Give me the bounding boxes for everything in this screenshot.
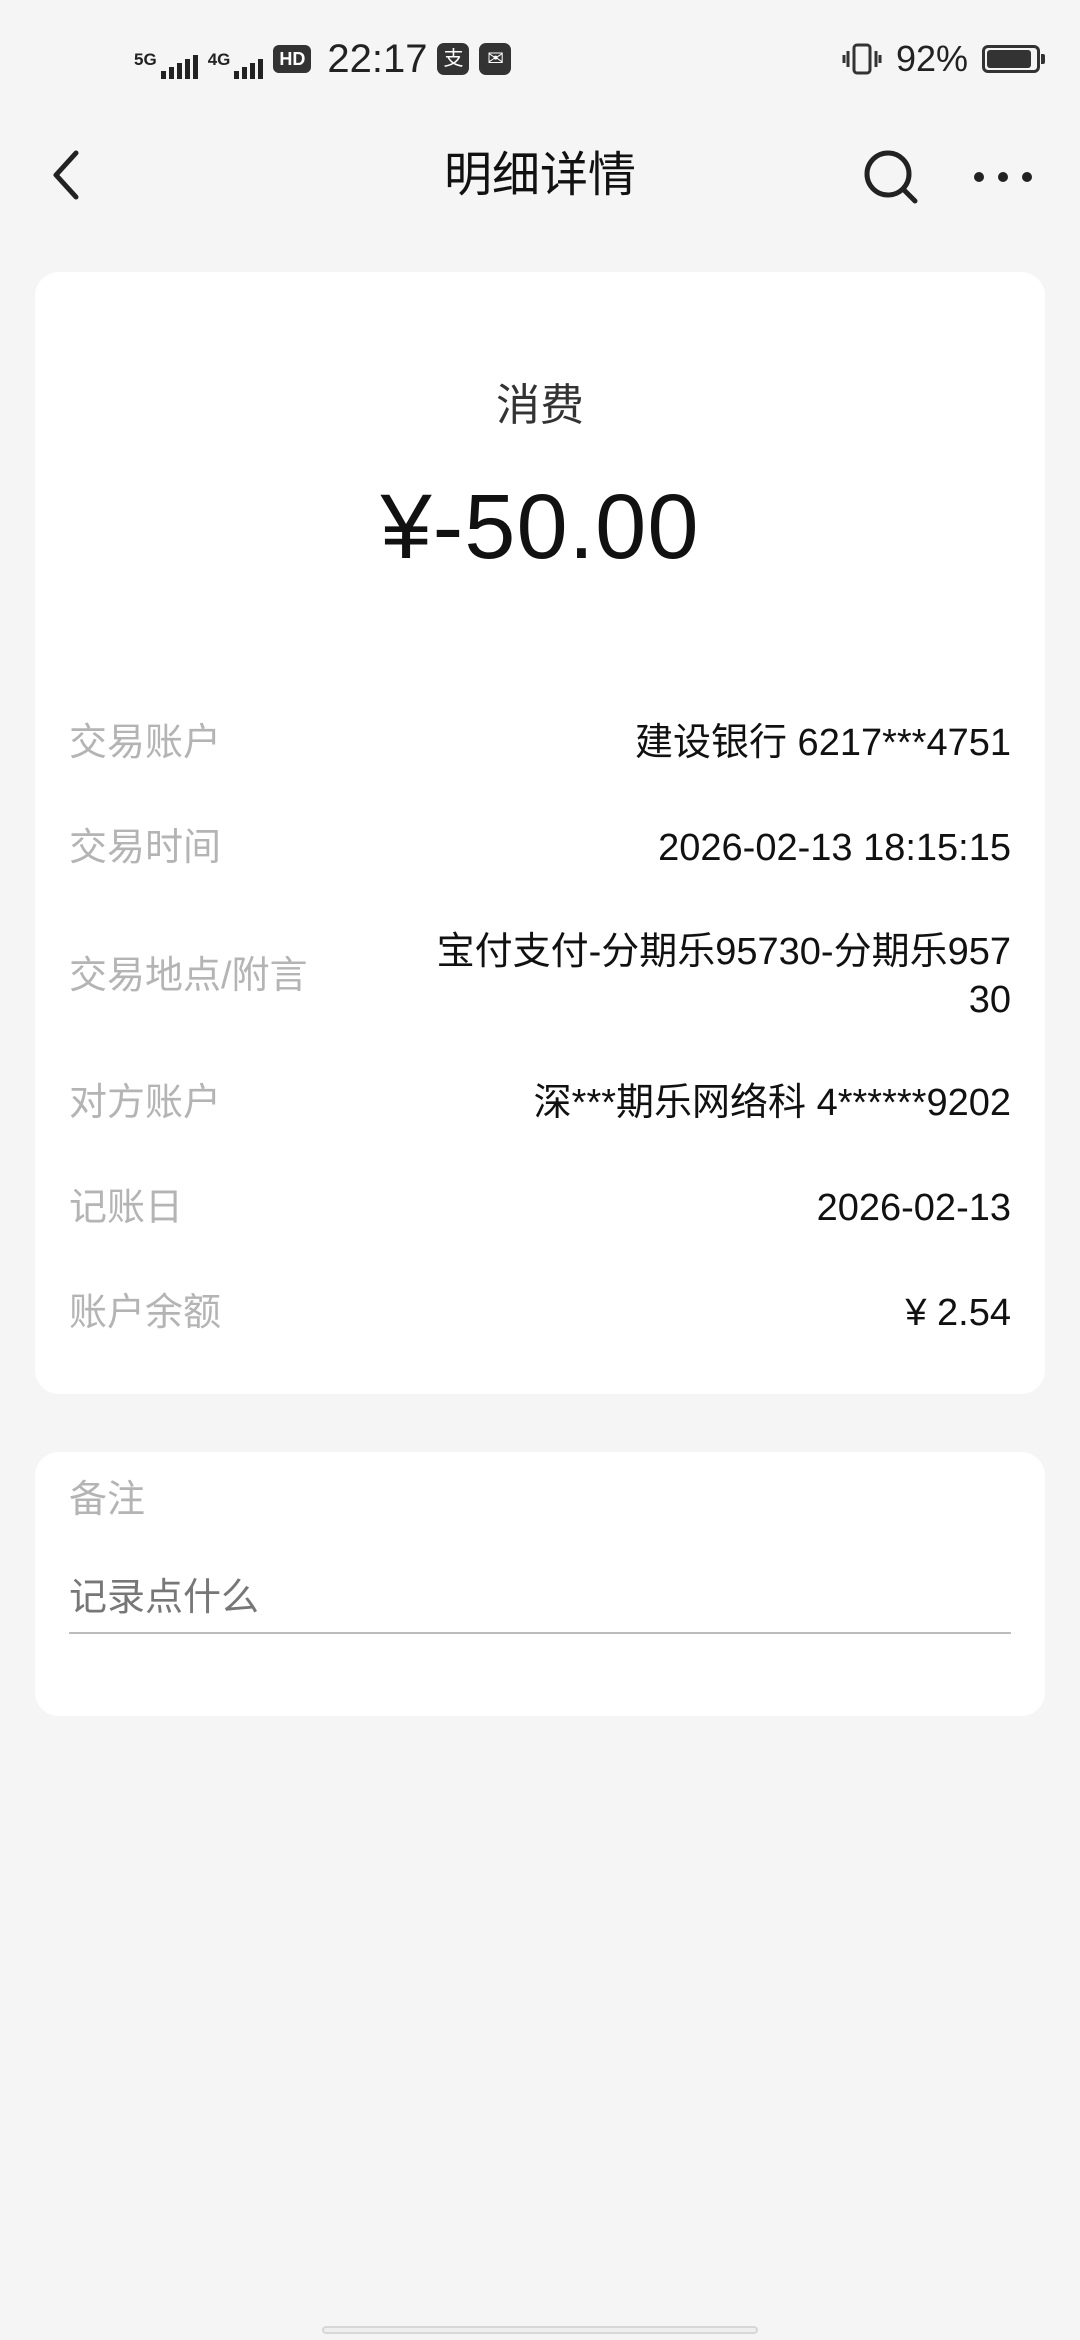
detail-row-account: 交易账户 建设银行 6217***4751 [69, 719, 1011, 767]
detail-label: 记账日 [69, 1187, 184, 1229]
transaction-detail-card: 消费 ¥-50.00 交易账户 建设银行 6217***4751 交易时间 20… [35, 272, 1045, 1394]
detail-row-time: 交易时间 2026-02-13 18:15:15 [69, 824, 1011, 872]
detail-value: 2026-02-13 18:15:15 [658, 827, 1011, 869]
detail-label: 账户余额 [69, 1292, 222, 1334]
remark-card: 备注 [35, 1452, 1045, 1716]
remark-label: 备注 [69, 1479, 146, 1521]
remark-input[interactable] [69, 1564, 1011, 1634]
battery-level-fill [987, 50, 1031, 68]
network-5g-label: 5G [134, 50, 157, 69]
network-4g-label: 4G [207, 50, 231, 69]
network-5g-signal: 5G [134, 39, 198, 79]
search-icon [864, 150, 918, 204]
vibrate-icon [842, 43, 882, 75]
transaction-amount: ¥-50.00 [380, 476, 700, 578]
detail-row-location: 交易地点/附言 宝付支付-分期乐95730-分期乐957 30 [69, 928, 1011, 1024]
detail-value: ¥ 2.54 [905, 1292, 1011, 1334]
detail-value: 深***期乐网络科 4******9202 [533, 1082, 1011, 1124]
more-button[interactable] [968, 152, 1038, 202]
status-bar-right: 92% [842, 34, 1045, 84]
detail-row-posting-date: 记账日 2026-02-13 [69, 1184, 1011, 1232]
status-time: 22:17 [327, 37, 428, 81]
message-notification-icon: ✉ [479, 43, 512, 75]
battery-icon [982, 45, 1045, 73]
network-4g-signal: 4G [208, 39, 264, 79]
status-bar-left: 5G 4G HD 22:17 支 ✉ [134, 34, 512, 84]
search-button[interactable] [860, 146, 922, 208]
detail-value-line1: 宝付支付-分期乐95730-分期乐957 [436, 931, 1011, 973]
alipay-notification-icon: 支 [437, 43, 470, 75]
top-nav-bar: 明细详情 [0, 120, 1080, 230]
detail-value-line2: 30 [968, 979, 1011, 1021]
detail-value: 建设银行 6217***4751 [635, 722, 1011, 764]
detail-row-balance: 账户余额 ¥ 2.54 [69, 1289, 1011, 1337]
detail-label: 对方账户 [69, 1082, 222, 1124]
transaction-type: 消费 [496, 381, 584, 430]
detail-label: 交易地点/附言 [69, 955, 308, 997]
hd-voice-icon: HD [273, 45, 312, 73]
battery-percent: 92% [895, 38, 968, 79]
detail-label: 交易时间 [69, 827, 222, 869]
detail-label: 交易账户 [69, 722, 222, 764]
detail-row-counterparty: 对方账户 深***期乐网络科 4******9202 [69, 1079, 1011, 1127]
signal-bars-icon [160, 55, 198, 79]
signal-bars-icon [234, 55, 264, 79]
detail-value: 2026-02-13 [816, 1187, 1011, 1229]
more-dots-icon [974, 172, 1032, 182]
home-indicator[interactable] [322, 2326, 758, 2334]
status-bar: 5G 4G HD 22:17 支 ✉ 92% [0, 0, 1080, 120]
